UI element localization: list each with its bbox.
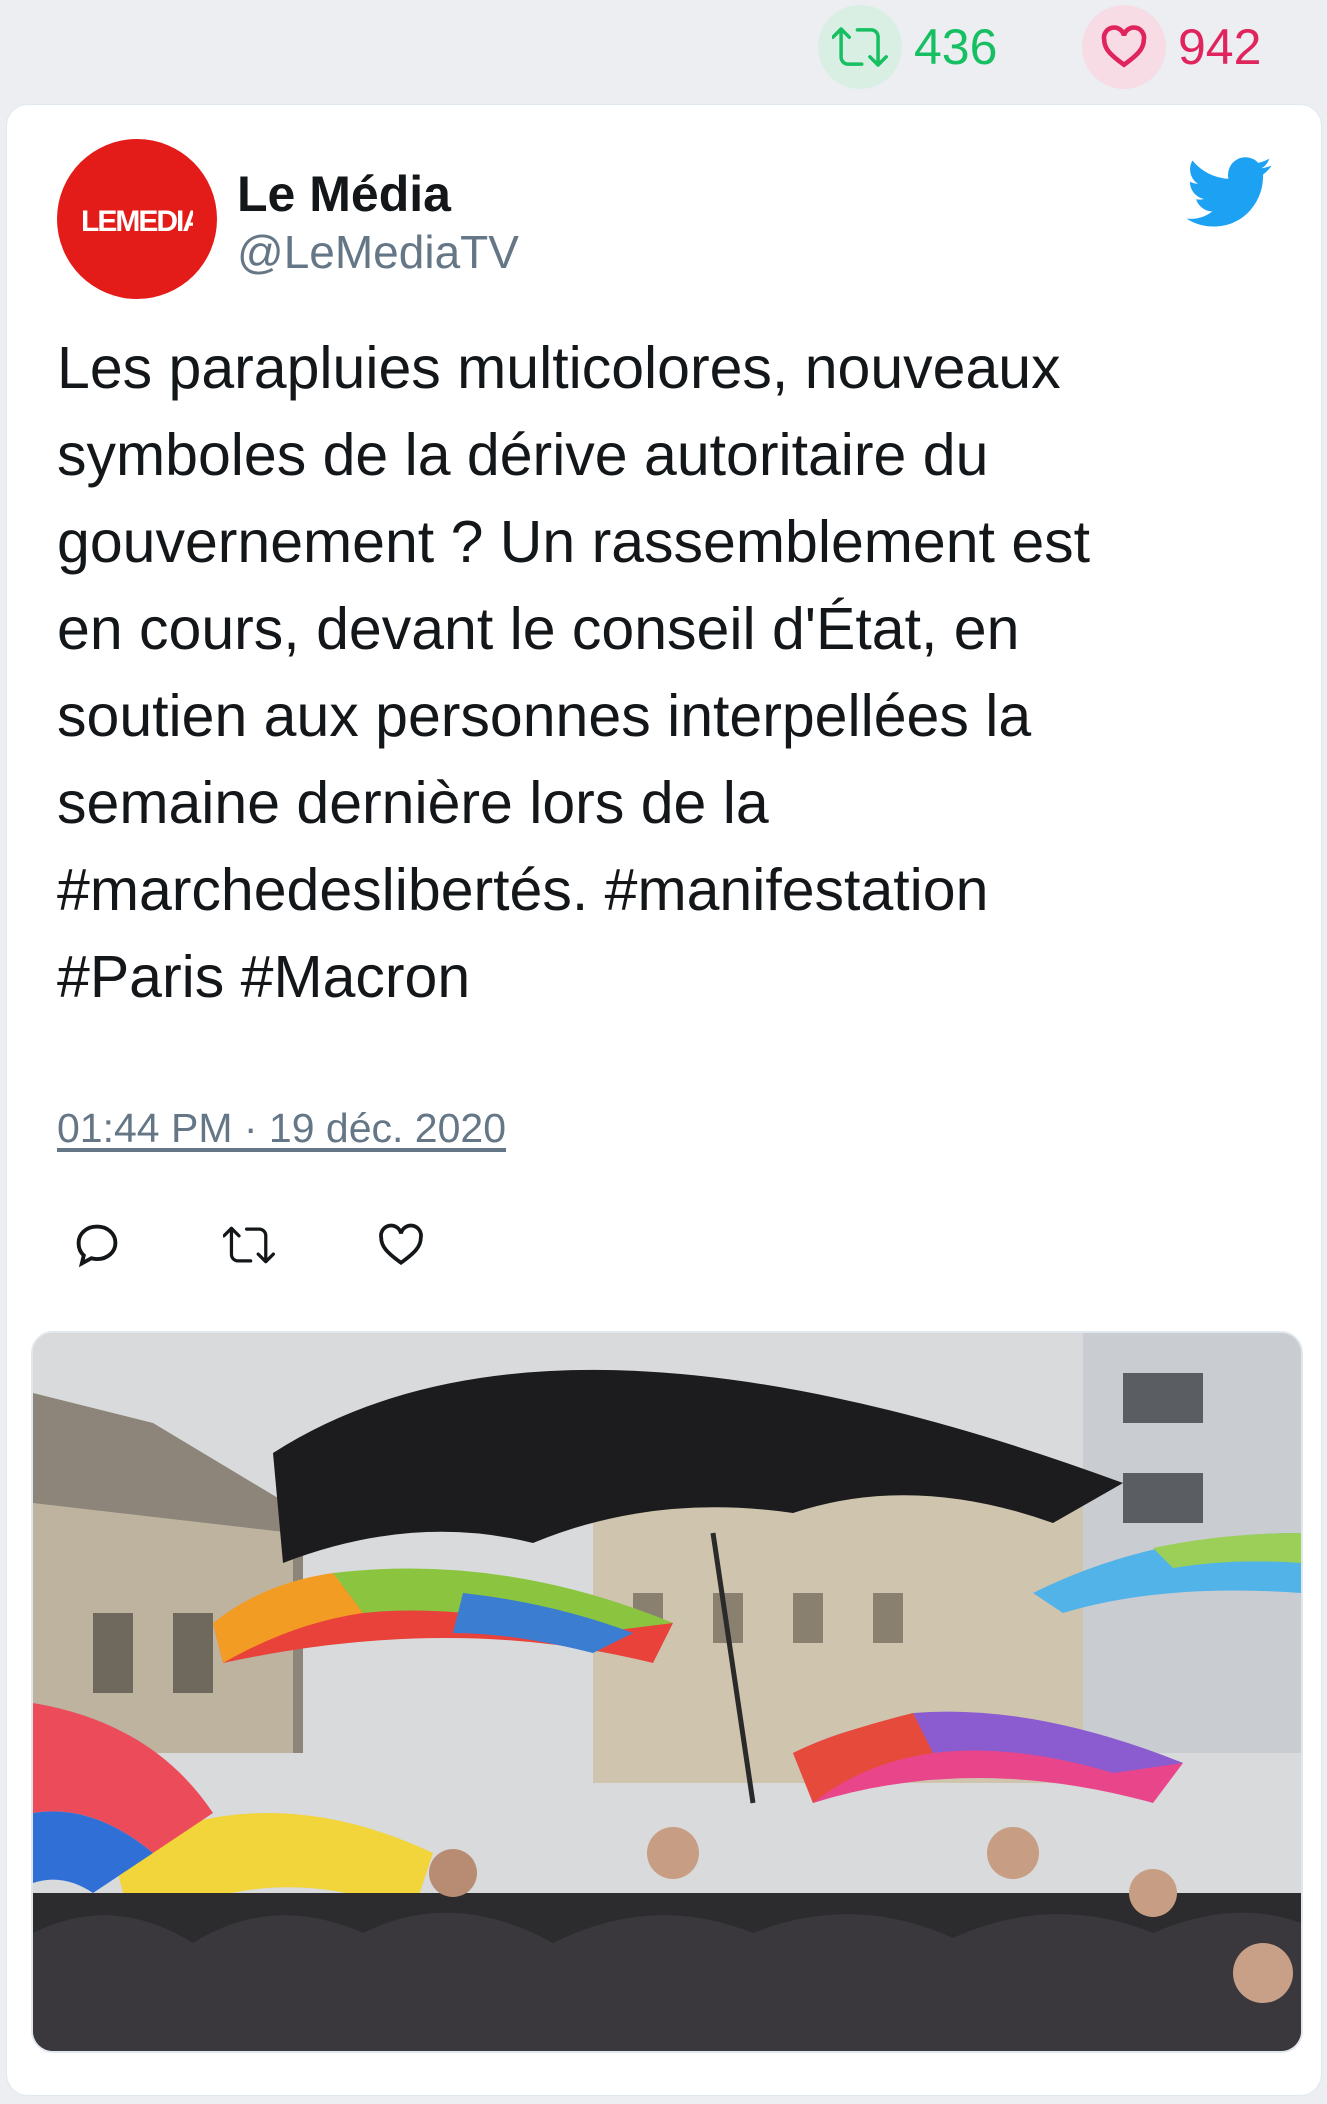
like-count: 942 (1178, 19, 1262, 75)
umbrella-crowd-photo (33, 1333, 1301, 2051)
retweet-count: 436 (914, 19, 998, 75)
author-handle[interactable]: @LeMediaTV (237, 225, 519, 279)
tweet-actions (67, 1215, 523, 1285)
tweet-text: Les parapluies multicolores, nouveaux sy… (57, 335, 1091, 1010)
like-stat[interactable]: 942 (1082, 5, 1262, 89)
retweet-stat[interactable]: 436 (818, 5, 998, 89)
tweet-media-image[interactable] (31, 1331, 1303, 2053)
heart-icon[interactable] (1082, 5, 1166, 89)
reply-icon[interactable] (67, 1215, 127, 1275)
avatar-logo: LEMEDIA (81, 205, 193, 238)
avatar[interactable]: LEMEDIA (57, 139, 217, 299)
retweet-action-icon[interactable] (219, 1215, 279, 1275)
like-action-icon[interactable] (371, 1215, 431, 1275)
retweet-icon[interactable] (818, 5, 902, 89)
svg-text:LEMEDIA: LEMEDIA (81, 205, 193, 238)
stats-bar: 436 942 (0, 0, 1327, 100)
tweet-card[interactable]: LEMEDIA Le Média @LeMediaTV Les paraplui… (6, 104, 1322, 2096)
author-name[interactable]: Le Média (237, 165, 451, 223)
twitter-bird-icon[interactable] (1183, 147, 1273, 237)
tweet-timestamp[interactable]: 01:44 PM · 19 déc. 2020 (57, 1105, 506, 1152)
